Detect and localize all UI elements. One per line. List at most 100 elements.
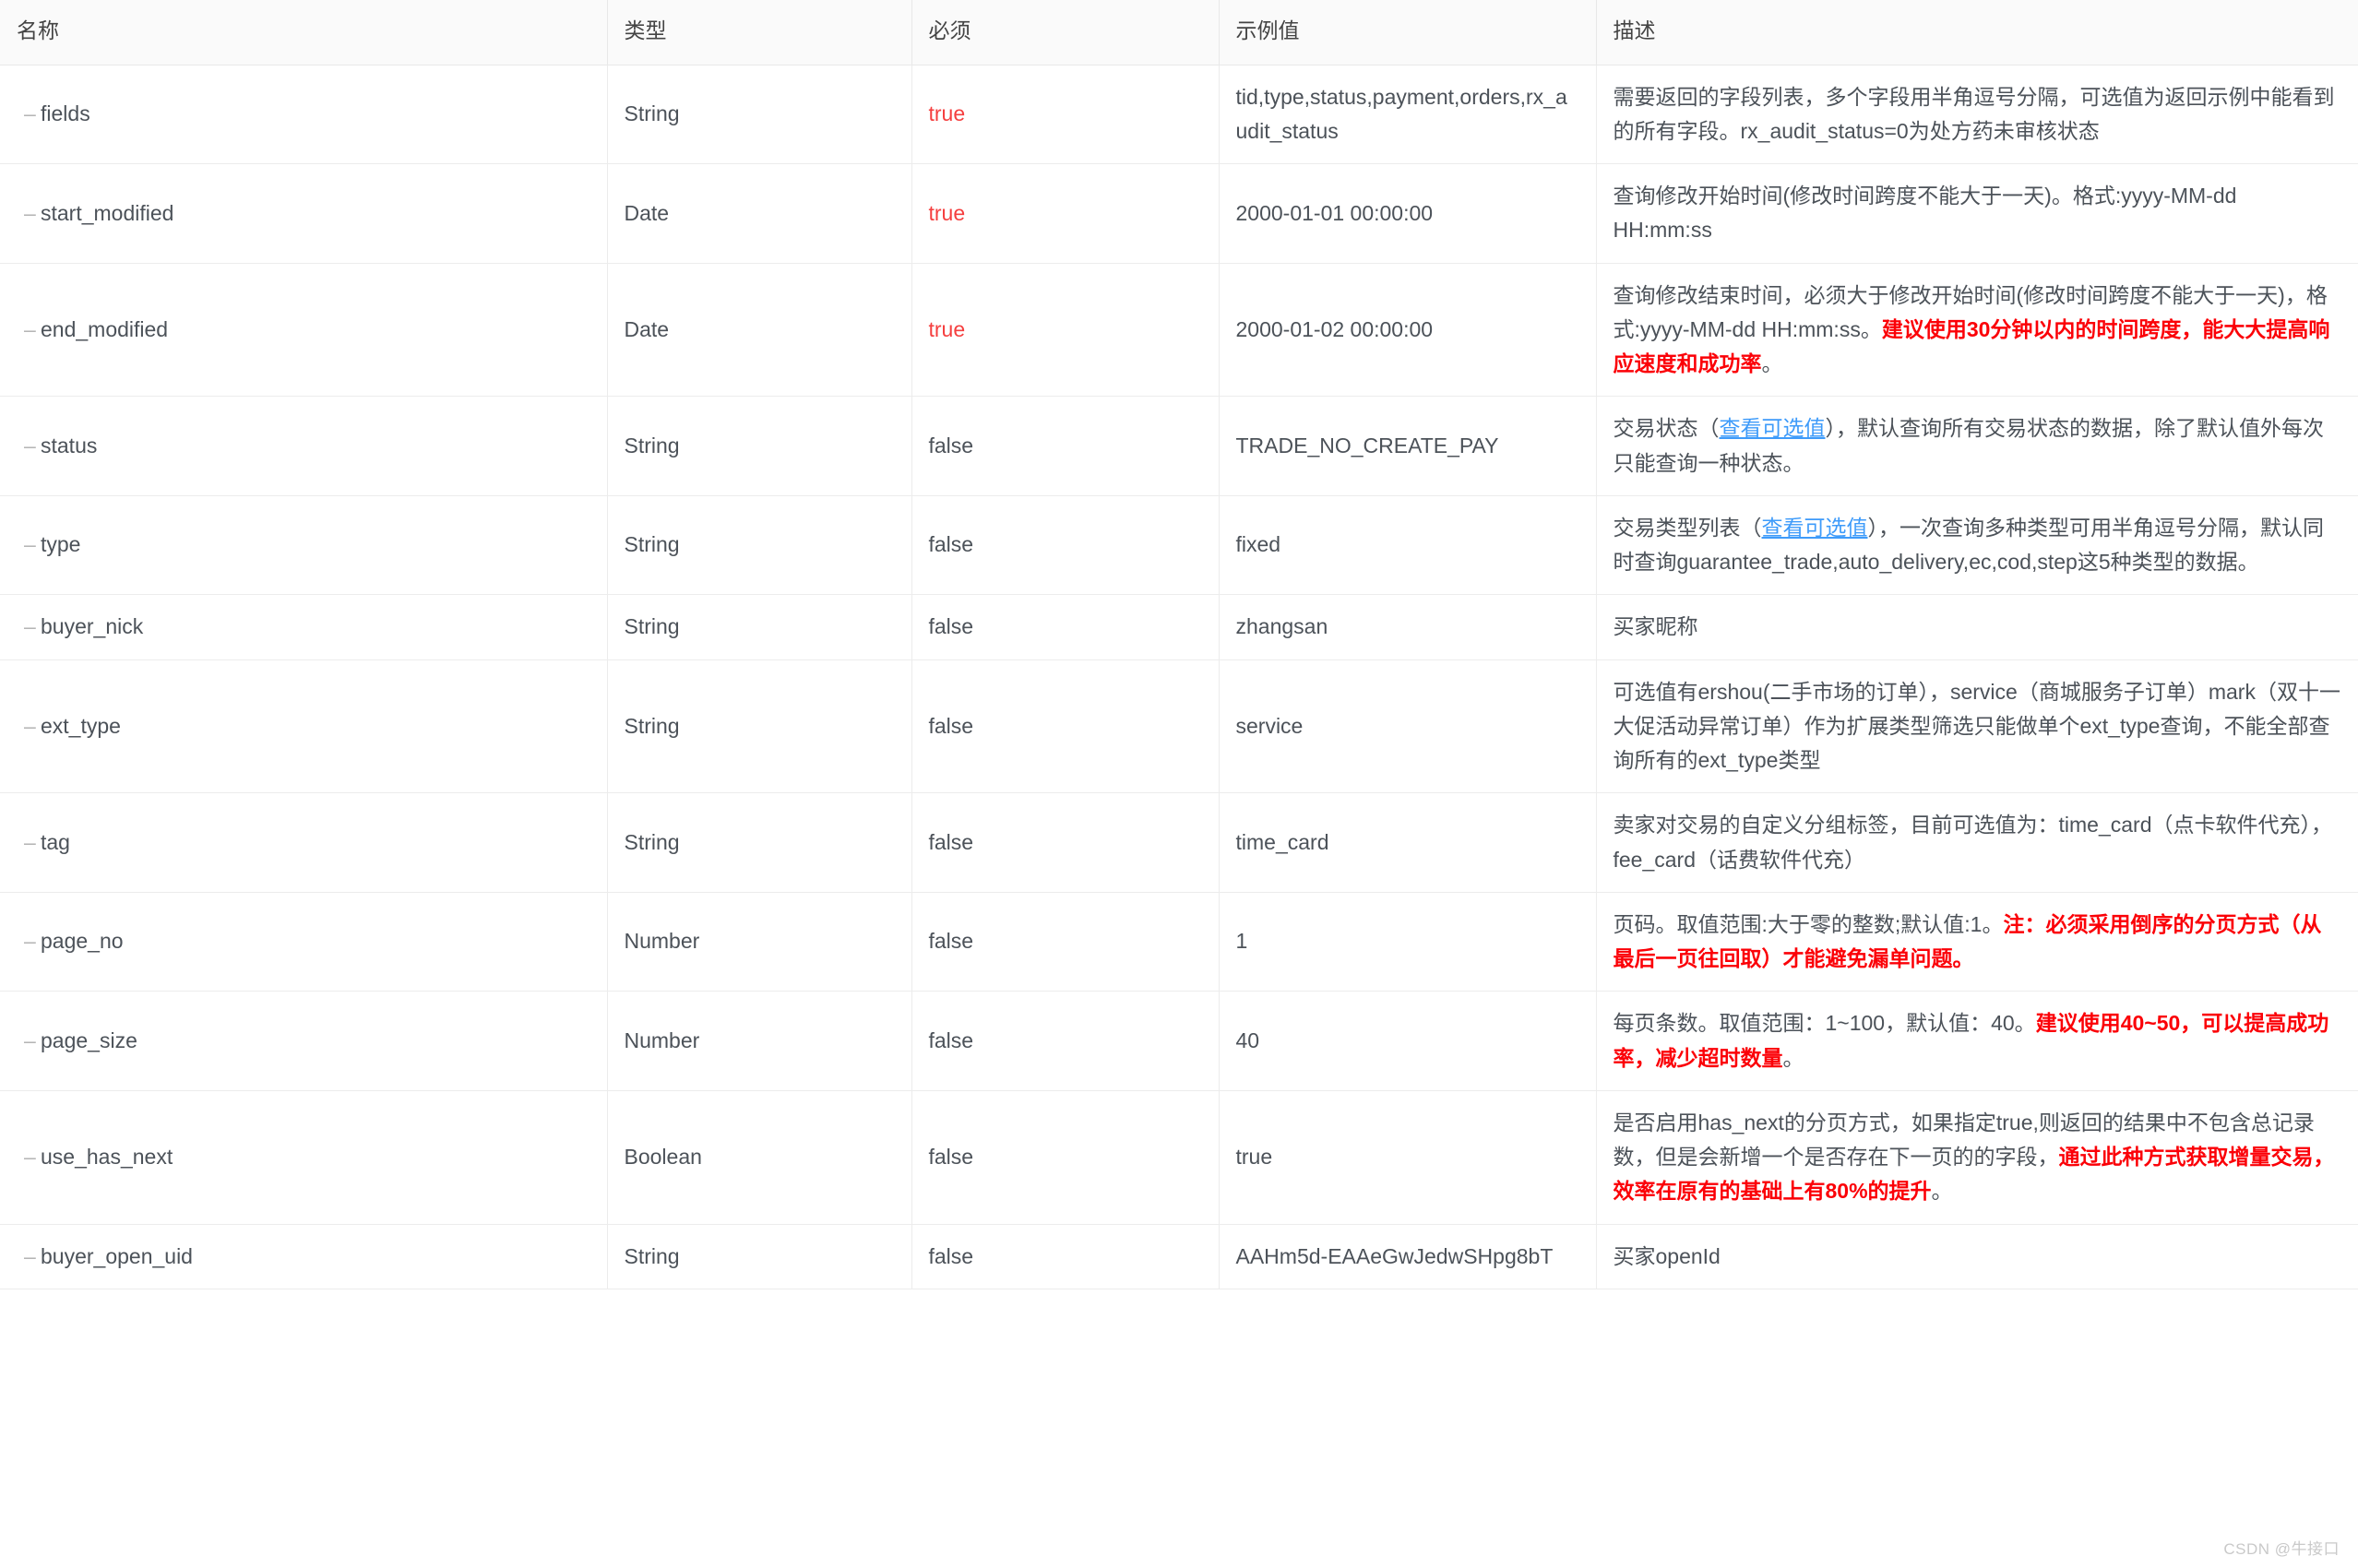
required-value: true: [928, 200, 966, 225]
parameter-example-cell: 40: [1219, 991, 1597, 1091]
required-value: false: [928, 1145, 974, 1169]
parameter-type-cell: Date: [607, 163, 912, 264]
parameter-example-cell: true: [1219, 1090, 1597, 1225]
collapse-dash-icon[interactable]: –: [24, 826, 41, 860]
parameter-description-cell: 每页条数。取值范围：1~100，默认值：40。建议使用40~50，可以提高成功率…: [1596, 991, 2358, 1091]
description-text: 买家openId: [1613, 1243, 1721, 1268]
parameter-example-cell: zhangsan: [1219, 594, 1597, 660]
parameter-required-cell: false: [911, 792, 1220, 893]
view-options-link[interactable]: 查看可选值: [1762, 516, 1868, 540]
parameter-example-cell: 2000-01-02 00:00:00: [1219, 263, 1597, 398]
column-header-name: 名称: [0, 0, 608, 65]
parameter-required-cell: false: [911, 396, 1220, 496]
parameter-description-cell: 买家昵称: [1596, 594, 2358, 660]
api-parameter-table: 名称 类型 必须 示例值 描述 – fields String true tid,typ…: [0, 0, 2358, 1289]
parameter-required-cell: false: [911, 594, 1220, 660]
parameter-name-label: tag: [41, 829, 70, 854]
table-row: – page_size Number false 40 每页条数。取值范围：1~100，默…: [0, 991, 2358, 1091]
parameter-type-cell: String: [607, 1224, 912, 1289]
description-text: 卖家对交易的自定义分组标签，目前可选值为：time_card（点卡软件代充），f…: [1613, 813, 2332, 872]
column-header-type: 类型: [607, 0, 912, 65]
required-value: false: [928, 614, 974, 639]
parameter-description-cell: 页码。取值范围:大于零的整数;默认值:1。注：必须采用倒序的分页方式（从最后一页…: [1596, 892, 2358, 992]
parameter-example-cell: tid,type,status,payment,orders,rx_audit_…: [1219, 65, 1597, 164]
parameter-required-cell: false: [911, 892, 1220, 992]
parameter-name-label: page_size: [41, 1028, 137, 1052]
description-text: 查询修改开始时间(修改时间跨度不能大于一天)。格式:yyyy-MM-dd HH:…: [1613, 184, 2237, 243]
parameter-name-cell: – buyer_nick: [0, 594, 608, 660]
description-text: 。: [1761, 351, 1783, 375]
required-value: false: [928, 532, 974, 557]
required-value: false: [928, 433, 974, 457]
parameter-type-cell: String: [607, 65, 912, 164]
parameter-required-cell: false: [911, 991, 1220, 1091]
description-text: 可选值有ershou(二手市场的订单），service（商城服务子订单）mark…: [1613, 679, 2340, 773]
csdn-watermark: CSDN @牛接口: [2223, 1540, 2340, 1558]
parameter-type-cell: Number: [607, 892, 912, 992]
parameter-name-cell: – fields: [0, 65, 608, 164]
parameter-description-cell: 查询修改结束时间，必须大于修改开始时间(修改时间跨度不能大于一天)，格式:yyy…: [1596, 263, 2358, 398]
parameter-type-cell: Number: [607, 991, 912, 1091]
parameter-example-cell: time_card: [1219, 792, 1597, 893]
collapse-dash-icon[interactable]: –: [24, 313, 41, 347]
description-text: 买家昵称: [1613, 614, 1698, 639]
parameter-name-cell: – start_modified: [0, 163, 608, 264]
collapse-dash-icon[interactable]: –: [24, 610, 41, 644]
table-row: – status String false TRADE_NO_CREATE_PAY 交易状…: [0, 396, 2358, 496]
table-row: – buyer_open_uid String false AAHm5d-EAAeGwJ…: [0, 1224, 2358, 1289]
parameter-description-cell: 是否启用has_next的分页方式，如果指定true,则返回的结果中不包含总记录…: [1596, 1090, 2358, 1225]
parameter-name-cell: – buyer_open_uid: [0, 1224, 608, 1289]
parameter-name-cell: – tag: [0, 792, 608, 893]
parameter-name-label: end_modified: [41, 316, 169, 341]
parameter-type-cell: String: [607, 495, 912, 596]
parameter-required-cell: true: [911, 65, 1220, 164]
column-header-required: 必须: [911, 0, 1220, 65]
description-text: 每页条数。取值范围：1~100，默认值：40。: [1613, 1011, 2036, 1036]
parameter-name-cell: – page_no: [0, 892, 608, 992]
parameter-type-cell: Date: [607, 263, 912, 398]
parameter-required-cell: false: [911, 1090, 1220, 1225]
collapse-dash-icon[interactable]: –: [24, 429, 41, 463]
table-row: – ext_type String false service 可选值有ershou(二手…: [0, 659, 2358, 794]
table-body: – fields String true tid,type,status,payment…: [0, 65, 2358, 1289]
collapse-dash-icon[interactable]: –: [24, 97, 41, 131]
parameter-name-label: use_has_next: [41, 1145, 173, 1169]
required-value: false: [928, 1243, 974, 1268]
parameter-name-cell: – status: [0, 396, 608, 496]
collapse-dash-icon[interactable]: –: [24, 196, 41, 231]
parameter-name-label: type: [41, 532, 81, 557]
parameter-example-cell: 2000-01-01 00:00:00: [1219, 163, 1597, 264]
required-value: false: [928, 829, 974, 854]
table-row: – end_modified Date true 2000-01-02 00:00:00…: [0, 263, 2358, 398]
required-value: true: [928, 101, 966, 126]
parameter-name-cell: – use_has_next: [0, 1090, 608, 1225]
description-text: 需要返回的字段列表，多个字段用半角逗号分隔，可选值为返回示例中能看到的所有字段。…: [1613, 84, 2335, 143]
table-row: – tag String false time_card 卖家对交易的自定义分组标签，目前…: [0, 792, 2358, 893]
table-header: 名称 类型 必须 示例值 描述: [0, 0, 2358, 65]
description-text: 。: [1782, 1045, 1804, 1070]
table-header-row: 名称 类型 必须 示例值 描述: [0, 0, 2358, 65]
parameter-required-cell: true: [911, 163, 1220, 264]
column-header-desc: 描述: [1596, 0, 2358, 65]
parameter-description-cell: 卖家对交易的自定义分组标签，目前可选值为：time_card（点卡软件代充），f…: [1596, 792, 2358, 893]
collapse-dash-icon[interactable]: –: [24, 1024, 41, 1058]
collapse-dash-icon[interactable]: –: [24, 1240, 41, 1274]
parameter-type-cell: String: [607, 594, 912, 660]
collapse-dash-icon[interactable]: –: [24, 924, 41, 958]
table-row: – start_modified Date true 2000-01-01 00:00:…: [0, 163, 2358, 264]
parameter-description-cell: 交易状态（查看可选值），默认查询所有交易状态的数据，除了默认值外每次只能查询一种…: [1596, 396, 2358, 496]
required-value: true: [928, 316, 966, 341]
description-text: 页码。取值范围:大于零的整数;默认值:1。: [1613, 911, 2004, 936]
collapse-dash-icon[interactable]: –: [24, 528, 41, 562]
view-options-link[interactable]: 查看可选值: [1720, 416, 1826, 440]
parameter-name-cell: – ext_type: [0, 659, 608, 794]
collapse-dash-icon[interactable]: –: [24, 709, 41, 743]
table-row: – buyer_nick String false zhangsan 买家昵称: [0, 594, 2358, 660]
collapse-dash-icon[interactable]: –: [24, 1140, 41, 1174]
table-row: – type String false fixed 交易类型列表（查看可选值），一次查询多…: [0, 495, 2358, 596]
parameter-example-cell: AAHm5d-EAAeGwJedwSHpg8bT: [1219, 1224, 1597, 1289]
parameter-example-cell: service: [1219, 659, 1597, 794]
required-value: false: [928, 1028, 974, 1052]
table-row: – page_no Number false 1 页码。取值范围:大于零的整数;默认值:1…: [0, 892, 2358, 992]
parameter-name-cell: – page_size: [0, 991, 608, 1091]
